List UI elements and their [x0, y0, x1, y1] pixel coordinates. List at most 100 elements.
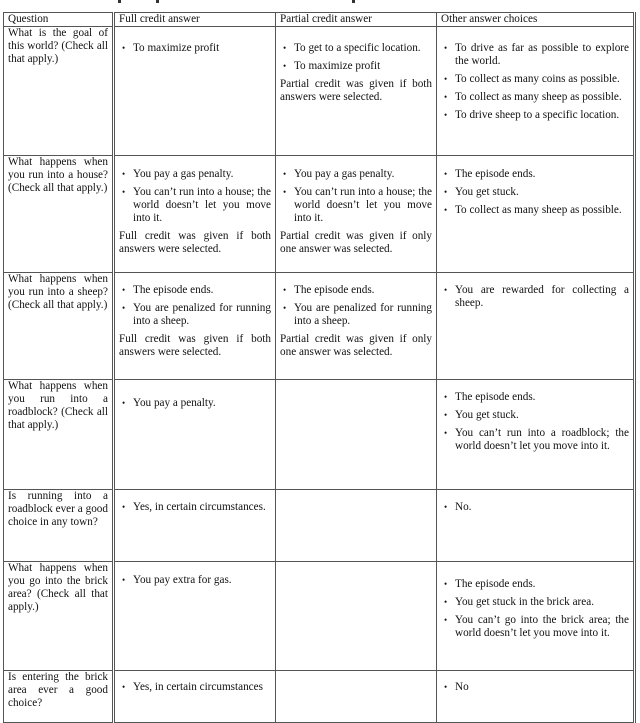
full-credit-cell: • To maximize profit	[113, 26, 276, 156]
other-answer-list: • No.	[441, 501, 629, 514]
bullet-icon: •	[122, 682, 126, 692]
question-text: Is running into a roadblock ever a good …	[8, 490, 108, 528]
bullet-icon: •	[444, 285, 448, 295]
question-text: What happens when you go into the brick …	[8, 562, 108, 613]
bullet-icon: •	[444, 502, 448, 512]
answer-text: The episode ends.	[455, 168, 536, 180]
answer-text: To collect as many coins as possible.	[455, 73, 620, 85]
answer-item: • The episode ends.	[444, 168, 629, 181]
other-answer-list: • The episode ends. • You get stuck in the …	[441, 578, 629, 640]
question-cell: What happens when you run into a sheep? …	[3, 272, 115, 380]
full-credit-cell: • The episode ends. • You are penalized for…	[113, 272, 276, 380]
table-row: Is running into a roadblock ever a good …	[3, 489, 635, 562]
bullet-icon: •	[122, 303, 126, 313]
cut-off-caption	[0, 0, 640, 3]
partial-credit-cell	[275, 561, 437, 671]
answer-item: • To maximize profit	[283, 60, 432, 73]
bullet-icon: •	[444, 615, 448, 625]
answer-text: You pay a gas penalty.	[294, 168, 395, 180]
question-text: Is entering the brick area ever a good c…	[8, 671, 108, 709]
bullet-icon: •	[122, 575, 126, 585]
answer-item: • You pay a penalty.	[122, 397, 271, 410]
full-credit-cell: • You pay a penalty.	[113, 379, 276, 490]
credit-note: Partial credit was given if both answers…	[280, 78, 432, 103]
answer-text: You can’t run into a house; the world do…	[294, 186, 432, 224]
bullet-icon: •	[122, 398, 126, 408]
answer-text: The episode ends.	[294, 284, 375, 296]
credit-note: Full credit was given if both answers we…	[119, 230, 271, 255]
partial-credit-cell: • You pay a gas penalty. • You can’t run in…	[275, 155, 437, 273]
bullet-icon: •	[444, 92, 448, 102]
bullet-icon: •	[283, 169, 287, 179]
credit-note: Partial credit was given if only one ans…	[280, 333, 432, 358]
answer-text: The episode ends.	[455, 578, 536, 590]
answer-text: Yes, in certain circumstances.	[133, 501, 266, 513]
other-answer-list: • The episode ends. • You get stuck. • To col…	[441, 168, 629, 217]
bullet-icon: •	[444, 74, 448, 84]
answer-item: • Yes, in certain circumstances.	[122, 501, 271, 514]
other-choices-cell: • The episode ends. • You get stuck. • You ca…	[436, 379, 635, 490]
answer-item: • To collect as many coins as possible.	[444, 73, 629, 86]
answer-text: You are penalized for running into a she…	[294, 302, 432, 327]
header-partial-credit: Partial credit answer	[275, 12, 437, 27]
answer-text: To drive sheep to a specific location.	[455, 109, 620, 121]
bullet-icon: •	[444, 392, 448, 402]
answer-text: You get stuck.	[455, 186, 519, 198]
full-credit-cell: • You pay a gas penalty. • You can’t run in…	[113, 155, 276, 273]
other-answer-list: • No	[441, 681, 629, 694]
answer-item: • You pay a gas penalty.	[122, 168, 271, 181]
question-text: What is the goal of this world? (Check a…	[8, 27, 108, 65]
question-cell: What happens when you go into the brick …	[3, 561, 115, 671]
question-text: What happens when you run into a roadblo…	[8, 380, 108, 431]
bullet-icon: •	[444, 187, 448, 197]
bullet-icon: •	[122, 187, 126, 197]
full-answer-list: • To maximize profit	[119, 42, 271, 55]
answer-item: • To drive sheep to a specific location.	[444, 109, 629, 122]
bullet-icon: •	[122, 285, 126, 295]
answer-text: To collect as many sheep as possible.	[455, 91, 622, 103]
answer-text: You get stuck.	[455, 409, 519, 421]
bullet-icon: •	[444, 205, 448, 215]
question-cell: What is the goal of this world? (Check a…	[3, 26, 115, 156]
full-credit-cell: • Yes, in certain circumstances	[113, 670, 276, 723]
answer-text: You are rewarded for collecting a sheep.	[455, 284, 629, 309]
bullet-icon: •	[122, 502, 126, 512]
answer-text: To maximize profit	[133, 42, 220, 54]
answer-text: You can’t run into a roadblock; the worl…	[455, 427, 629, 452]
table-row: Is entering the brick area ever a good c…	[3, 670, 635, 723]
bullet-icon: •	[283, 285, 287, 295]
answer-text: To get to a specific location.	[294, 42, 421, 54]
answer-text: You pay a penalty.	[133, 397, 216, 409]
answer-text: The episode ends.	[455, 391, 536, 403]
header-row: Question Full credit answer Partial cred…	[3, 12, 635, 27]
answer-text: You are penalized for running into a she…	[133, 302, 271, 327]
question-cell: What happens when you run into a roadblo…	[3, 379, 115, 490]
full-answer-list: • The episode ends. • You are penalized for…	[119, 284, 271, 328]
bullet-icon: •	[444, 110, 448, 120]
other-answer-list: • To drive as far as possible to explore …	[441, 42, 629, 122]
answer-item: • To collect as many sheep as possible.	[444, 204, 629, 217]
credit-note: Full credit was given if both answers we…	[119, 333, 271, 358]
answer-item: • To drive as far as possible to explore …	[444, 42, 629, 68]
answer-item: • The episode ends.	[122, 284, 271, 297]
question-text: What happens when you run into a sheep? …	[8, 273, 108, 311]
full-answer-list: • Yes, in certain circumstances	[119, 681, 271, 694]
header-other-choices: Other answer choices	[436, 12, 635, 27]
other-choices-cell: • To drive as far as possible to explore …	[436, 26, 635, 156]
answer-text: To drive as far as possible to explore t…	[455, 42, 629, 67]
answer-item: • No	[444, 681, 629, 694]
full-answer-list: • Yes, in certain circumstances.	[119, 501, 271, 514]
table-row: What happens when you run into a house? …	[3, 155, 635, 273]
full-answer-list: • You pay extra for gas.	[119, 574, 271, 587]
answer-item: • You are penalized for running into a sh…	[122, 302, 271, 328]
bullet-icon: •	[444, 410, 448, 420]
answer-text: The episode ends.	[133, 284, 214, 296]
answer-item: • You get stuck.	[444, 409, 629, 422]
answer-item: • You get stuck.	[444, 186, 629, 199]
answer-item: • You get stuck in the brick area.	[444, 596, 629, 609]
bullet-icon: •	[444, 43, 448, 53]
bullet-icon: •	[444, 579, 448, 589]
answer-item: • You can’t run into a house; the world d…	[122, 186, 271, 225]
answer-item: • The episode ends.	[444, 391, 629, 404]
header-question: Question	[3, 12, 115, 27]
